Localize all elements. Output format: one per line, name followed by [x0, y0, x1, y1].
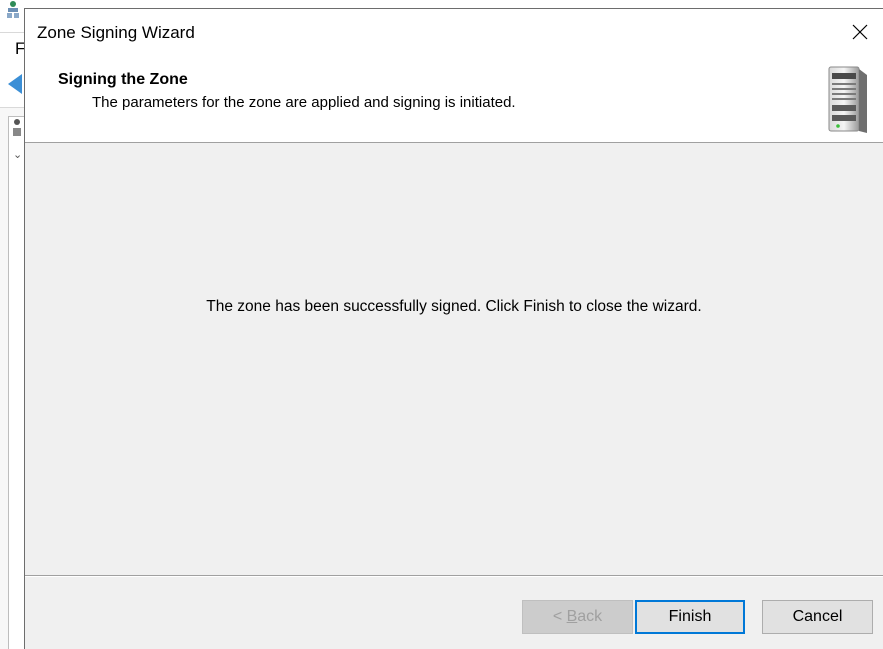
close-icon [852, 24, 868, 40]
server-icon [823, 63, 871, 142]
tree-pane [8, 116, 24, 649]
back-button[interactable]: < Back [522, 600, 633, 634]
menu-item-file[interactable]: F [15, 39, 24, 59]
finish-button[interactable]: Finish [635, 600, 745, 634]
finish-button-label: Finish [668, 608, 712, 625]
wizard-content: The zone has been successfully signed. C… [25, 143, 883, 575]
dns-app-icon [6, 0, 20, 22]
header-title: Signing the Zone [58, 71, 188, 88]
tree-node-icon [12, 118, 22, 143]
close-button[interactable] [837, 9, 883, 55]
footer-divider [25, 575, 883, 577]
header-subtitle: The parameters for the zone are applied … [92, 94, 516, 111]
back-button-rest: ack [577, 608, 603, 625]
back-button-prefix: < [552, 608, 567, 625]
toolbar [0, 63, 24, 108]
tree-panel: ⌄ [0, 108, 24, 649]
cancel-button-label: Cancel [792, 608, 843, 625]
back-arrow-icon[interactable] [8, 74, 24, 99]
zone-signing-wizard-dialog: Zone Signing Wizard Signing the Zone The… [24, 8, 883, 649]
background-app: F ⌄ [0, 0, 24, 649]
back-button-accel: B [566, 608, 578, 625]
cancel-button[interactable]: Cancel [762, 600, 873, 634]
completion-message: The zone has been successfully signed. C… [206, 298, 702, 315]
chevron-down-icon[interactable]: ⌄ [13, 148, 22, 161]
menu-bar: F [0, 32, 24, 64]
title-bar: Zone Signing Wizard [25, 9, 883, 57]
dialog-title: Zone Signing Wizard [37, 23, 195, 42]
wizard-header: Signing the Zone The parameters for the … [25, 57, 883, 143]
